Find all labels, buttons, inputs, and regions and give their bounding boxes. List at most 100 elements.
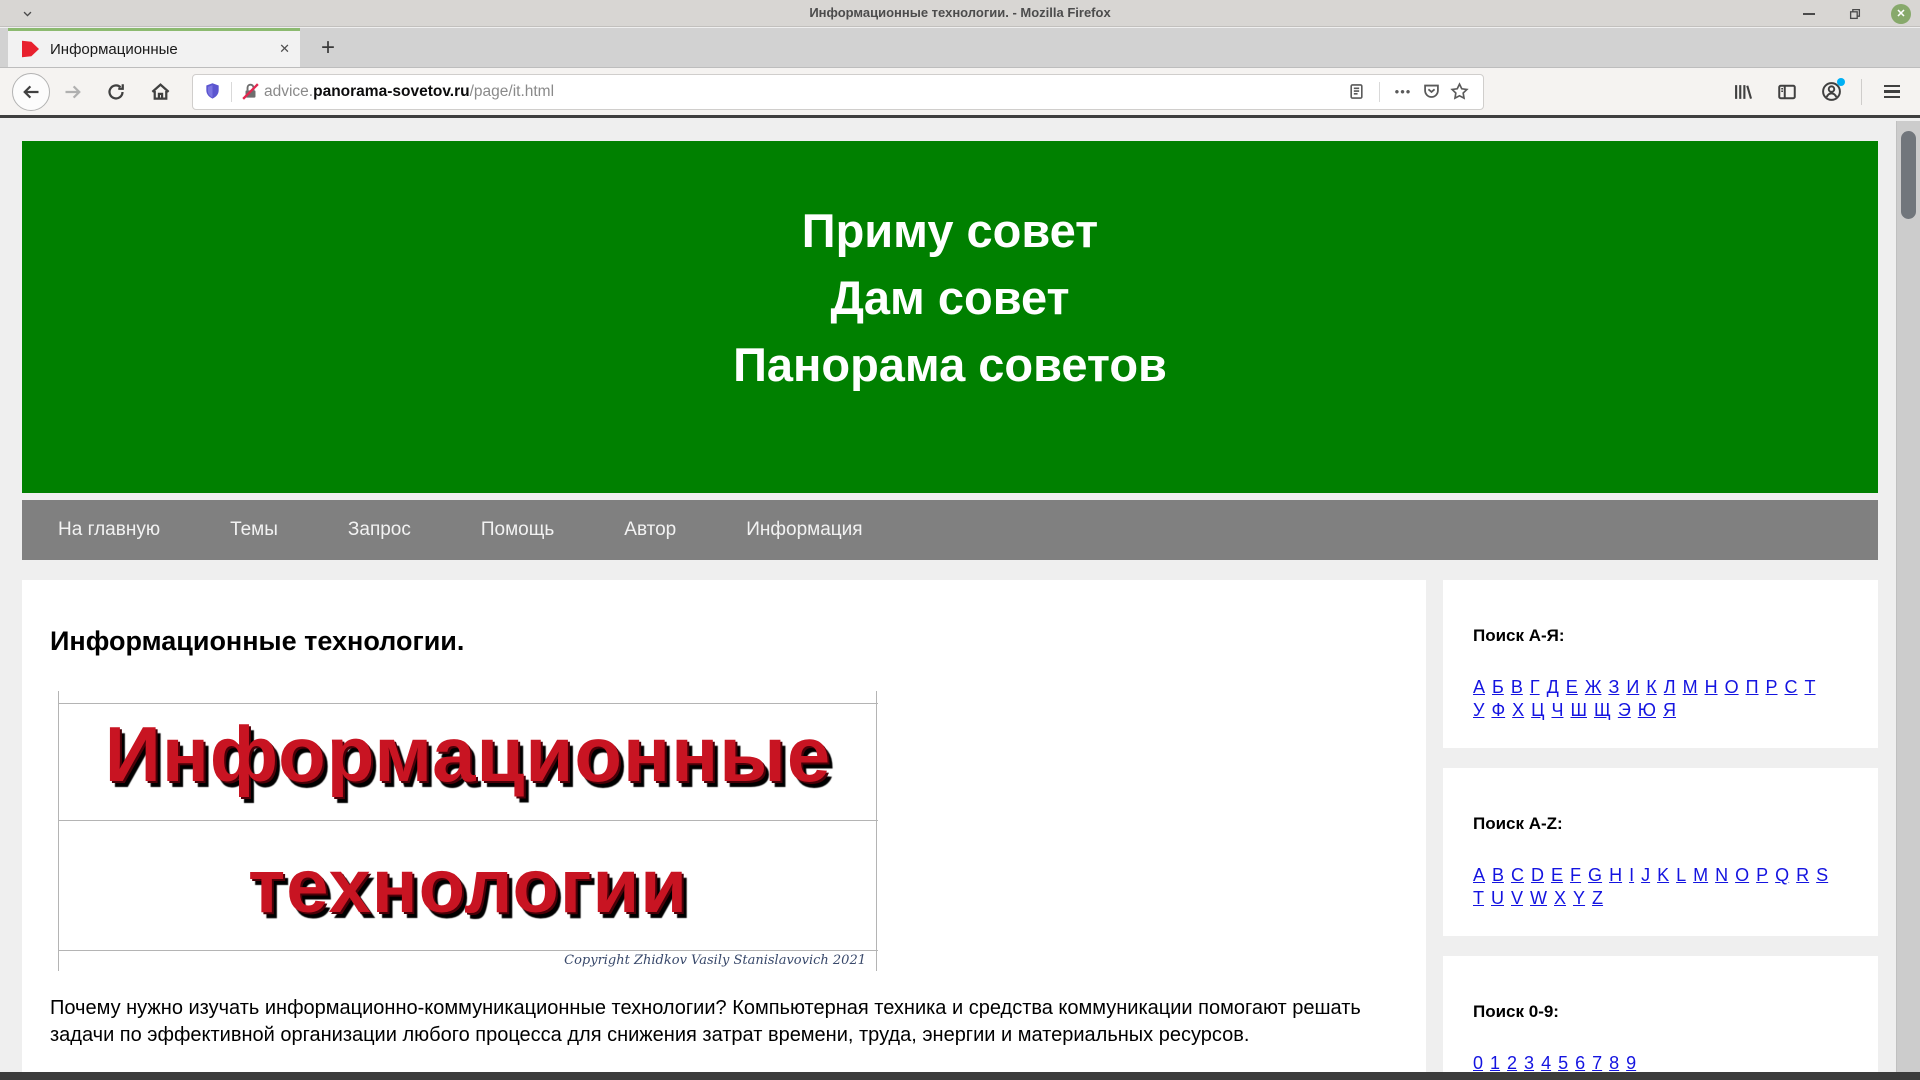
letter-link[interactable]: О [1725,676,1739,699]
letter-link[interactable]: G [1588,864,1602,887]
pocket-button[interactable] [1417,82,1445,101]
letter-link[interactable]: H [1609,864,1622,887]
letter-link[interactable]: X [1554,887,1566,910]
letter-link[interactable]: R [1796,864,1809,887]
page-actions-dots-icon: ••• [1394,84,1412,99]
digit-link[interactable]: 0 [1473,1052,1483,1072]
letter-link[interactable]: Э [1618,699,1631,722]
letter-link[interactable]: Г [1530,676,1540,699]
digit-link[interactable]: 5 [1558,1052,1568,1072]
digit-link[interactable]: 1 [1490,1052,1500,1072]
letter-link[interactable]: У [1473,699,1484,722]
library-button[interactable] [1729,78,1757,106]
letter-link[interactable]: Р [1766,676,1778,699]
letter-link[interactable]: Х [1512,699,1524,722]
letter-link[interactable]: Ю [1638,699,1656,722]
tab-informacionnye[interactable]: Информационные ✕ [8,28,300,67]
digit-link[interactable]: 3 [1524,1052,1534,1072]
sidebars-button[interactable] [1773,78,1801,106]
letter-link[interactable]: U [1491,887,1504,910]
menu-item[interactable]: Темы [230,519,278,541]
letter-link[interactable]: М [1683,676,1698,699]
forward-button[interactable] [58,77,88,107]
letter-link[interactable]: Щ [1594,699,1611,722]
home-button[interactable] [144,76,176,108]
digit-link[interactable]: 8 [1609,1052,1619,1072]
letter-link[interactable]: L [1676,864,1686,887]
letter-link[interactable]: Б [1492,676,1504,699]
digit-link[interactable]: 9 [1626,1052,1636,1072]
letter-link[interactable]: Я [1663,699,1676,722]
close-button[interactable]: ✕ [1890,3,1912,25]
reload-button[interactable] [100,76,132,108]
maximize-button[interactable] [1844,3,1866,25]
letter-link[interactable]: P [1756,864,1768,887]
letter-link[interactable]: J [1641,864,1650,887]
menu-item[interactable]: На главную [58,519,160,541]
back-button[interactable] [12,72,50,111]
letter-link[interactable]: N [1715,864,1728,887]
letter-link[interactable]: З [1608,676,1619,699]
letter-link[interactable]: Ж [1585,676,1602,699]
digit-link[interactable]: 4 [1541,1052,1551,1072]
letter-link[interactable]: Л [1664,676,1676,699]
letter-link[interactable]: В [1511,676,1523,699]
letter-link[interactable]: Ц [1531,699,1544,722]
letter-link[interactable]: Ч [1551,699,1563,722]
scrollbar[interactable] [1896,121,1920,1072]
letter-link[interactable]: E [1551,864,1563,887]
letter-link[interactable]: T [1473,887,1484,910]
letter-link[interactable]: К [1646,676,1657,699]
letter-link[interactable]: M [1693,864,1708,887]
menu-item[interactable]: Информация [746,519,862,541]
letter-link[interactable]: И [1626,676,1639,699]
tracking-protection-shield-icon[interactable] [203,82,222,101]
letter-link[interactable]: Y [1573,887,1585,910]
digit-link[interactable]: 6 [1575,1052,1585,1072]
url-bar[interactable]: advice.panorama-sovetov.ru/page/it.html … [192,73,1484,110]
digit-link[interactable]: 2 [1507,1052,1517,1072]
window-titlebar[interactable]: Информационные технологии. - Mozilla Fir… [0,0,1920,27]
url-text[interactable]: advice.panorama-sovetov.ru/page/it.html [264,83,554,101]
account-button[interactable] [1817,77,1845,106]
letter-link[interactable]: Z [1592,887,1603,910]
bookmark-star-button[interactable] [1445,82,1473,101]
letter-link[interactable]: O [1735,864,1749,887]
letter-link[interactable]: V [1511,887,1523,910]
image-title-line2: технологии [248,844,688,929]
letter-link[interactable]: D [1531,864,1544,887]
letter-link[interactable]: Q [1775,864,1789,887]
letter-link[interactable]: С [1785,676,1798,699]
menu-item[interactable]: Помощь [481,519,554,541]
page-actions-button[interactable]: ••• [1389,84,1417,99]
tab-close-icon[interactable]: ✕ [279,41,290,57]
letter-link[interactable]: F [1570,864,1581,887]
letter-link[interactable]: A [1473,864,1485,887]
letter-link[interactable]: I [1629,864,1634,887]
menu-item[interactable]: Автор [624,519,676,541]
letter-link[interactable]: K [1657,864,1669,887]
menu-item[interactable]: Запрос [348,519,411,541]
letter-link[interactable]: Е [1566,676,1578,699]
letter-rows: 0123456789 [1473,1052,1848,1072]
article-image: Информационные технологии Copyright Zhid… [58,691,878,971]
letter-link[interactable]: Т [1805,676,1816,699]
letter-link[interactable]: А [1473,676,1485,699]
letter-link[interactable]: Н [1705,676,1718,699]
menu-button[interactable] [1878,78,1906,106]
insecure-lock-icon[interactable] [241,82,260,101]
letter-link[interactable]: B [1492,864,1504,887]
scrollbar-thumb[interactable] [1901,131,1916,219]
letter-link[interactable]: П [1746,676,1759,699]
letter-link[interactable]: C [1511,864,1524,887]
letter-link[interactable]: S [1816,864,1828,887]
reader-mode-button[interactable] [1342,83,1370,100]
new-tab-button[interactable]: + [310,28,346,67]
letter-link[interactable]: Д [1547,676,1559,699]
digit-link[interactable]: 7 [1592,1052,1602,1072]
minimize-button[interactable] [1798,3,1820,25]
bottom-screen-edge [0,1072,1920,1080]
letter-link[interactable]: W [1530,887,1547,910]
letter-link[interactable]: Ф [1491,699,1505,722]
letter-link[interactable]: Ш [1570,699,1587,722]
